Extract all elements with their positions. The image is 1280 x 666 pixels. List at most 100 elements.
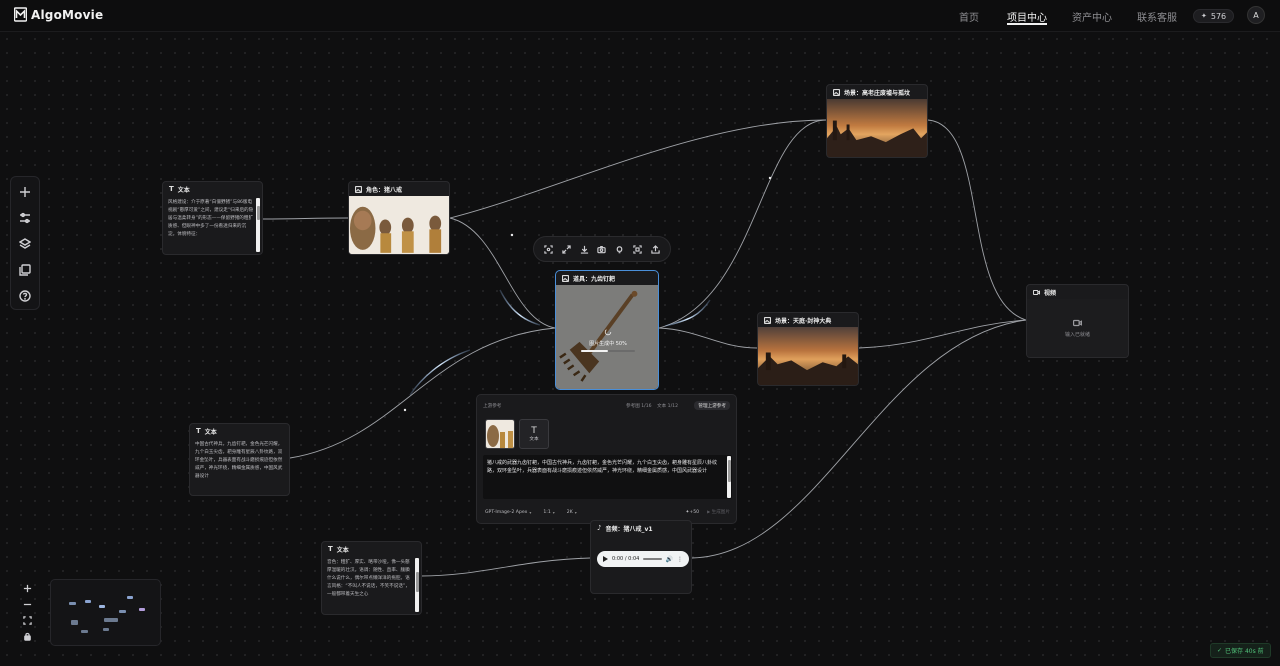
resolution-select[interactable]: 2K ▾ [567,510,577,515]
camera-icon[interactable] [597,245,607,254]
node-header[interactable]: 场景：天庭·封神大典 [758,313,858,327]
manage-references-button[interactable]: 管理上游参考 [694,401,730,410]
progress-track [581,350,635,352]
scene-node-heaven[interactable]: 场景：天庭·封神大典 [757,312,859,386]
text-type-icon: T [196,427,201,435]
share-icon[interactable] [650,244,660,254]
app-logo[interactable]: AlgoMovie [14,7,103,22]
node-header[interactable]: T 文本 [163,182,262,196]
chevron-down-icon: ▾ [529,509,532,515]
zoom-out-button[interactable] [20,598,34,610]
lock-icon [23,632,31,641]
node-action-toolbar [533,236,671,262]
video-status: 输入已就绪 [1064,331,1090,338]
play-icon[interactable] [603,556,608,562]
focus-icon[interactable] [544,244,554,254]
upstream-reference-label: 上游参考 [483,404,502,409]
nav-item-home[interactable]: 首页 [959,9,979,24]
prop-node-rake[interactable]: 道具：九齿钉耙 图片生成中 50% [555,270,659,390]
scrollbar[interactable] [256,198,260,252]
node-header[interactable]: ♪ 音频：猪八戒_v1 [591,521,691,535]
audio-node[interactable]: ♪ 音频：猪八戒_v1 0:00 / 0:04 🔊 ⋮ [590,520,692,594]
scene-node-ruins[interactable]: 场景：高老庄废墟与孤坟 [826,84,928,158]
node-title: 音频：猪八戒_v1 [605,525,653,533]
heaven-ceremony-image [758,327,858,385]
model-select[interactable]: GPT-Image-2 Apex ▾ [485,510,531,515]
help-button[interactable] [16,287,34,305]
generate-button[interactable]: ▶ 生成图片 [707,509,730,515]
layers-button[interactable] [16,235,34,253]
add-node-button[interactable] [16,183,34,201]
top-header: AlgoMovie 首页 项目中心 资产中心 联系客服 ✦ 576 A [0,0,1280,32]
play-icon: ▶ [707,509,711,514]
node-title: 视频 [1044,289,1057,297]
gallery-button[interactable] [16,261,34,279]
node-header[interactable]: T 文本 [322,542,421,556]
text-type-icon: T [328,545,333,553]
nav-item-support[interactable]: 联系客服 [1137,9,1177,24]
download-icon[interactable] [580,245,589,254]
minimap-node [127,596,133,599]
minimap[interactable] [50,579,161,646]
prop-image[interactable]: 图片生成中 50% [556,285,658,389]
text-node-style[interactable]: T 文本 风格建设：介于原著“白僵野猪”与86版电视剧“憨厚可爱”之间，建议走“… [162,181,263,255]
text-node-voice[interactable]: T 文本 音色：粗犷、厚实、略带沙哑，像一头憨厚温暖的壮汉。语调：随性、直率、腼… [321,541,422,615]
node-header[interactable]: 角色：猪八戒 [349,182,449,196]
node-title: 角色：猪八戒 [366,186,403,194]
scrollbar-thumb[interactable] [256,206,260,220]
prompt-input[interactable]: 猪八戒的武器九齿钉耙，中国古代神兵，九齿钉耙，金色光芒闪耀，九个白玉尖齿，耙身雕… [483,455,732,499]
node-header[interactable]: 道具：九齿钉耙 [556,271,658,285]
reference-thumb-character[interactable] [485,419,515,449]
progress-label: 图片生成中 50% [589,341,627,347]
expand-icon[interactable] [562,244,571,254]
crop-icon[interactable] [633,244,642,254]
more-icon[interactable]: ⋮ [677,556,683,563]
video-node[interactable]: 视频 输入已就绪 [1026,284,1129,358]
nav-item-assets[interactable]: 资产中心 [1072,9,1112,24]
node-header[interactable]: 场景：高老庄废墟与孤坟 [827,85,927,99]
minimap-node [69,602,76,605]
user-avatar[interactable]: A [1247,6,1265,24]
zoom-in-button[interactable] [20,582,34,594]
volume-icon[interactable]: 🔊 [666,556,673,563]
lightbulb-icon[interactable] [615,245,624,254]
nav-item-projects[interactable]: 项目中心 [1007,9,1047,25]
node-header[interactable]: T 文本 [190,424,289,438]
text-content[interactable]: 中国古代神兵，九齿钉耙，金色光芒闪耀，九个白玉尖齿，耙身雕有星辰八卦纹路，双环金… [190,438,289,494]
node-content: 音色：粗犷、厚实、略带沙哑，像一头憨厚温暖的壮汉。语调：随性、直率、腼腆什么说什… [322,556,421,614]
fit-view-button[interactable] [20,614,34,626]
image-type-icon [833,88,840,96]
scrollbar-thumb[interactable] [727,460,731,482]
credit-value: 576 [1210,11,1227,21]
generation-panel: 上游参考 参考图 1/16 文本 1/12 管理上游参考 T 文本 猪八戒的武器… [476,394,737,524]
scene-image[interactable] [827,99,927,157]
generation-options: GPT-Image-2 Apex ▾ 1:1 ▾ 2K ▾ ✦+50 ▶ 生成图片 [485,509,730,515]
save-status-text: 已保存 40s 前 [1225,648,1264,655]
scrollbar[interactable] [727,456,731,498]
fit-view-icon [22,615,32,625]
scrollbar[interactable] [415,558,419,612]
credit-balance[interactable]: ✦ 576 [1193,9,1235,23]
audio-seek-bar[interactable] [643,558,662,560]
node-title: 场景：天庭·封神大典 [775,317,832,325]
thumb-text-label: 文本 [529,437,539,442]
character-image[interactable] [349,196,449,254]
scrollbar-thumb[interactable] [415,572,419,592]
reference-thumb-text[interactable]: T 文本 [519,419,549,449]
audio-player[interactable]: 0:00 / 0:04 🔊 ⋮ [597,551,689,567]
character-node[interactable]: 角色：猪八戒 [348,181,450,255]
cost-value: +50 [689,509,700,515]
adjust-button[interactable] [16,209,34,227]
text-content[interactable]: 风格建设：介于原著“白僵野猪”与86版电视剧“憨厚可爱”之间，建议走“归来后的隐… [163,196,262,253]
node-title: 文本 [204,428,217,436]
scene-image[interactable] [758,327,858,385]
node-header[interactable]: 视频 [1027,285,1128,299]
image-type-icon [355,185,362,193]
video-placeholder[interactable]: 输入已就绪 [1027,299,1128,357]
ratio-select[interactable]: 1:1 ▾ [543,510,554,515]
text-content[interactable]: 音色：粗犷、厚实、略带沙哑，像一头憨厚温暖的壮汉。语调：随性、直率、腼腆什么说什… [322,556,421,613]
generate-label: 生成图片 [711,510,730,515]
resolution-value: 2K [566,509,573,515]
text-node-weapon-desc[interactable]: T 文本 中国古代神兵，九齿钉耙，金色光芒闪耀，九个白玉尖齿，耙身雕有星辰八卦纹… [189,423,290,496]
lock-button[interactable] [20,630,34,642]
